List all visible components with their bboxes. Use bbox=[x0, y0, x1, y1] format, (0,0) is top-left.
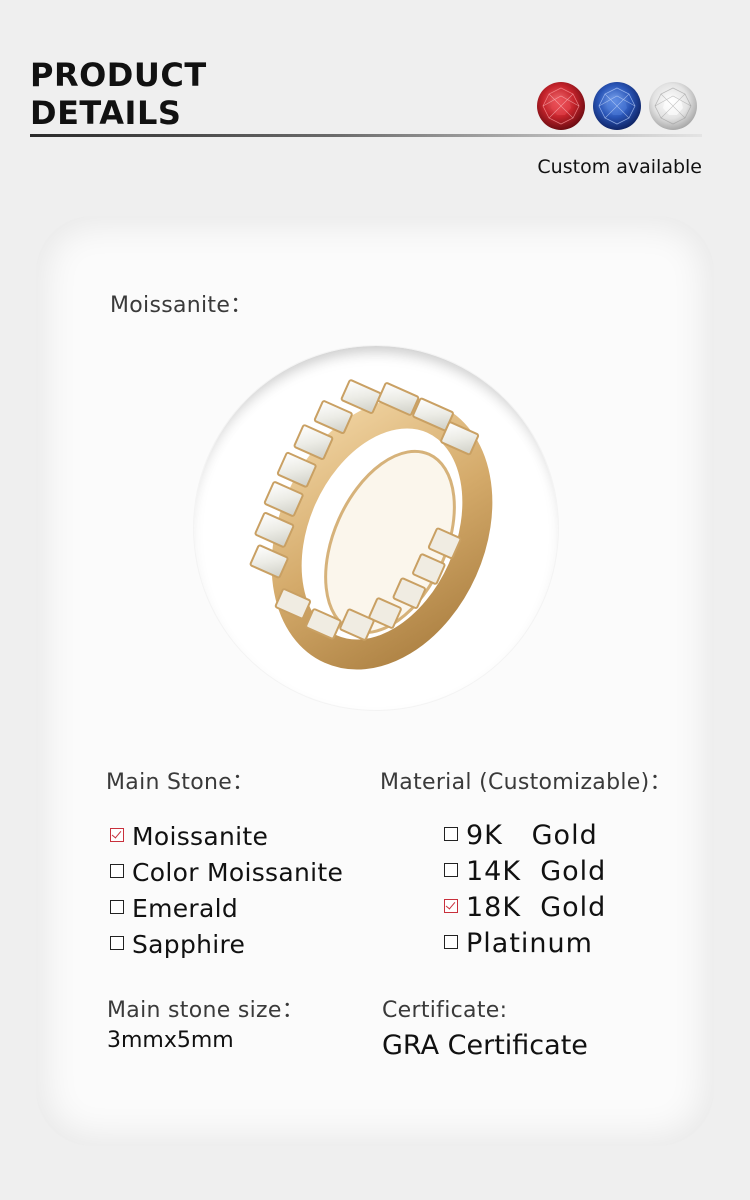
stone-option-color-moissanite[interactable]: Color Moissanite bbox=[110, 858, 343, 887]
checkbox-checked-icon[interactable] bbox=[110, 828, 124, 842]
red-gem-icon bbox=[535, 80, 587, 132]
checkbox-icon[interactable] bbox=[444, 862, 458, 877]
main-stone-label: Main Stone： bbox=[106, 770, 255, 795]
blue-gem-icon bbox=[591, 80, 643, 132]
certificate-value: GRA Certificate bbox=[382, 1030, 588, 1061]
title-line-1: PRODUCT bbox=[30, 56, 207, 94]
checkbox-icon[interactable] bbox=[444, 826, 458, 841]
option-label: Platinum bbox=[466, 928, 593, 959]
material-option-18k-gold[interactable]: 18K Gold bbox=[444, 892, 606, 923]
checkbox-icon[interactable] bbox=[110, 900, 124, 914]
option-label: 18K Gold bbox=[466, 892, 607, 923]
stone-option-sapphire[interactable]: Sapphire bbox=[110, 930, 245, 959]
stone-type-label: Moissanite： bbox=[110, 293, 253, 318]
material-label: Material (Customizable)： bbox=[380, 770, 672, 795]
option-label: 9K Gold bbox=[466, 820, 598, 851]
option-label: Color Moissanite bbox=[132, 858, 344, 887]
certificate-label: Certificate: bbox=[382, 998, 508, 1023]
ring-photo bbox=[194, 346, 558, 710]
material-option-14k-gold[interactable]: 14K Gold bbox=[444, 856, 606, 887]
title-divider bbox=[30, 134, 702, 137]
page-title: PRODUCT DETAILS bbox=[30, 56, 207, 132]
stone-option-emerald[interactable]: Emerald bbox=[110, 894, 238, 923]
white-gem-icon bbox=[647, 80, 699, 132]
stone-size-value: 3mmx5mm bbox=[107, 1028, 234, 1053]
checkbox-icon[interactable] bbox=[444, 934, 458, 949]
option-label: Emerald bbox=[132, 894, 239, 923]
checkbox-icon[interactable] bbox=[110, 936, 124, 950]
title-line-2: DETAILS bbox=[30, 94, 182, 132]
checkbox-checked-icon[interactable] bbox=[444, 898, 458, 913]
eternity-ring-image bbox=[249, 379, 493, 670]
material-option-9k-gold[interactable]: 9K Gold bbox=[444, 820, 598, 851]
stone-option-moissanite[interactable]: Moissanite bbox=[110, 822, 268, 851]
checkbox-icon[interactable] bbox=[110, 864, 124, 878]
stone-size-label: Main stone size： bbox=[107, 998, 304, 1023]
option-label: Moissanite bbox=[132, 822, 269, 851]
option-label: Sapphire bbox=[132, 930, 246, 959]
option-label: 14K Gold bbox=[466, 856, 607, 887]
material-option-platinum[interactable]: Platinum bbox=[444, 928, 593, 959]
custom-available-label: Custom available bbox=[537, 156, 702, 178]
